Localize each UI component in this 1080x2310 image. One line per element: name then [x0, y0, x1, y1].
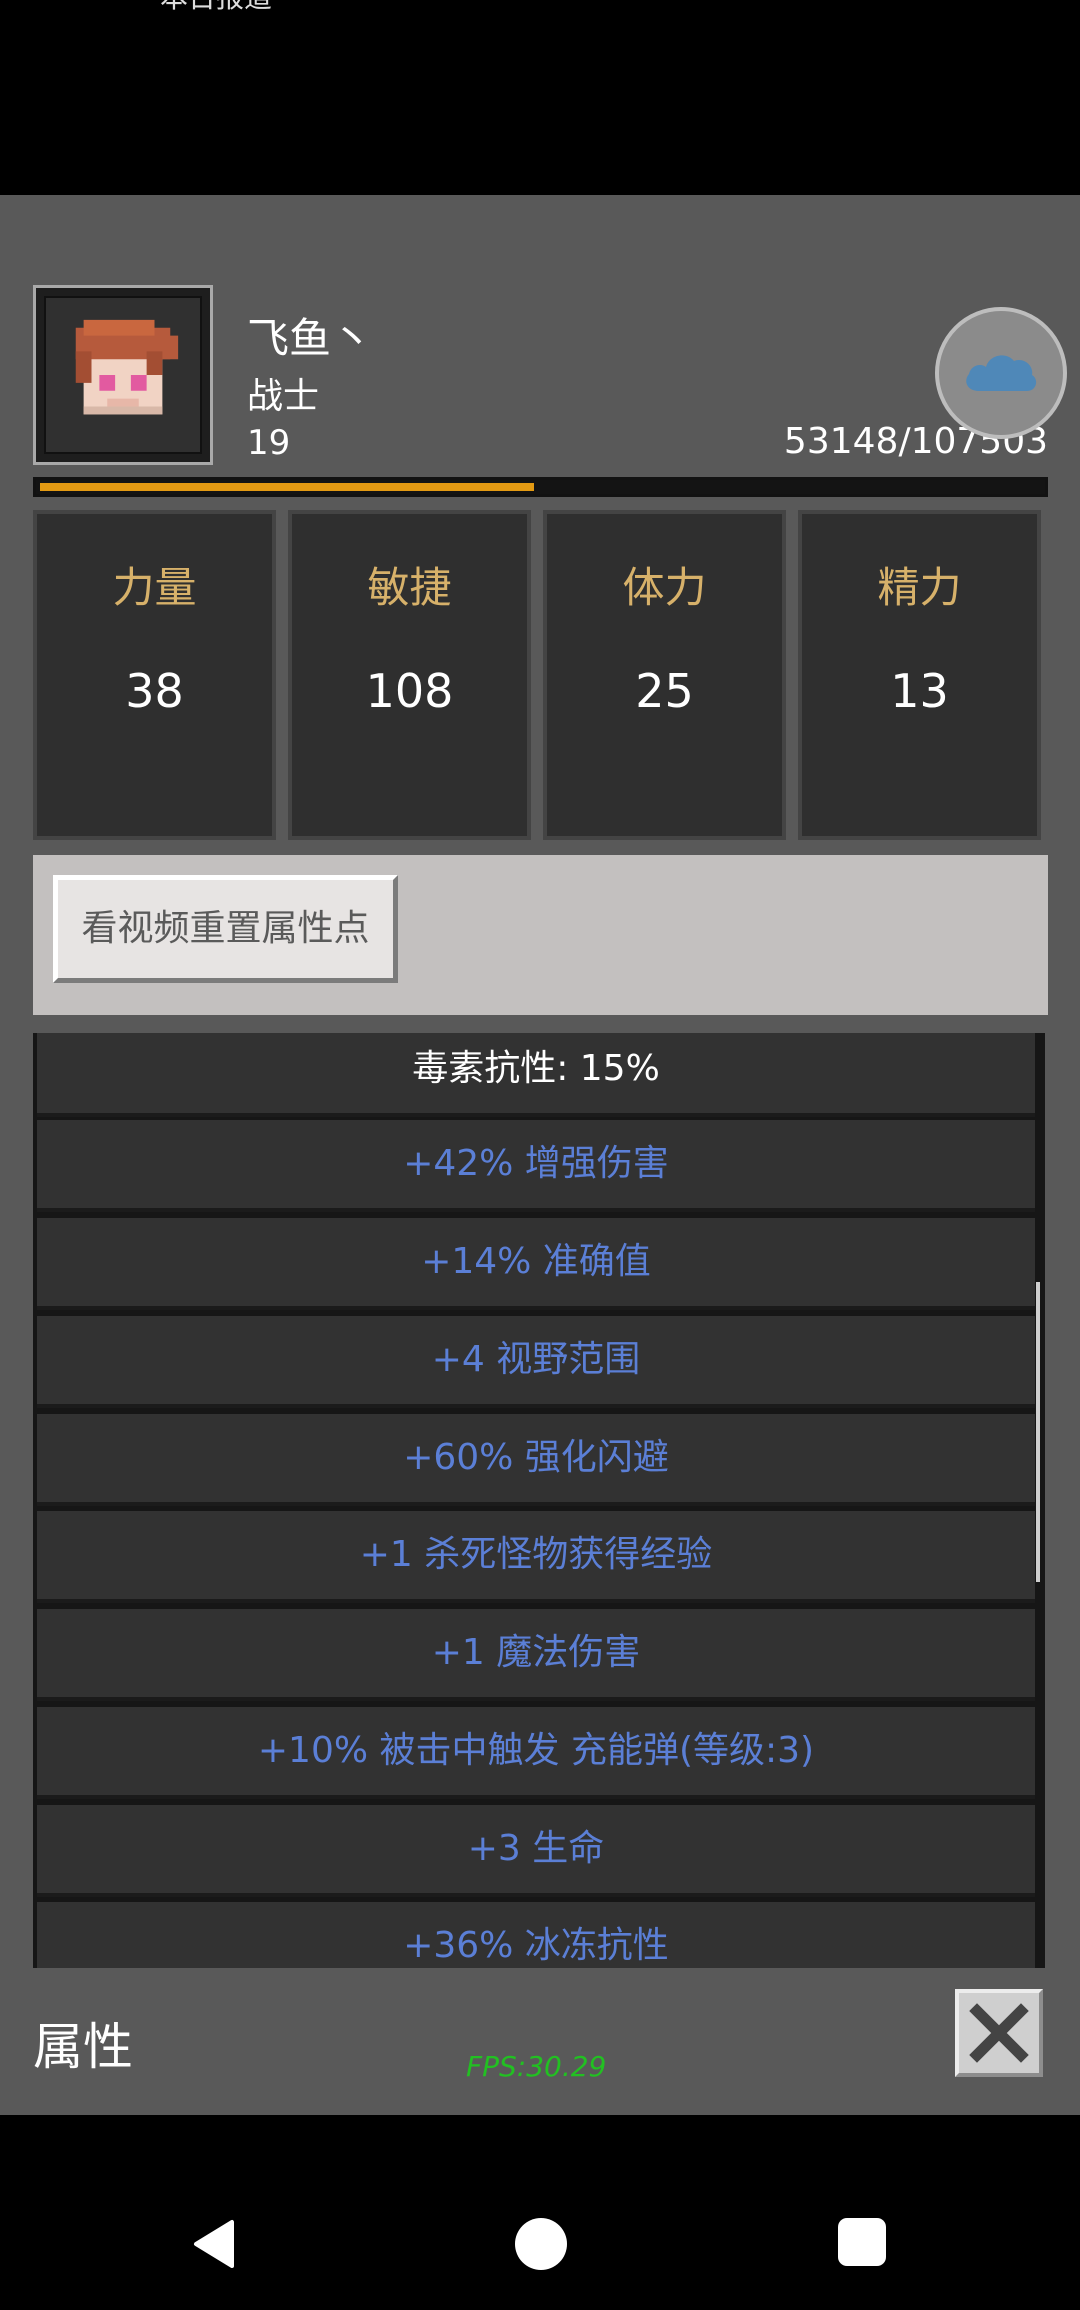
- list-item: +14% 准确值: [37, 1218, 1035, 1310]
- list-item: +3 生命: [37, 1805, 1035, 1897]
- close-button[interactable]: [955, 1989, 1043, 2077]
- navigation-bar: [0, 2115, 1080, 2310]
- scrollbar[interactable]: [1036, 1282, 1040, 1582]
- stat-label: 体力: [622, 563, 707, 612]
- attribute-list[interactable]: 毒素抗性: 15% +42% 增强伤害 +14% 准确值 +4 视野范围 +60…: [33, 1033, 1045, 1968]
- stat-label: 力量: [112, 563, 197, 612]
- character-level: 19: [247, 423, 291, 463]
- stat-stamina: 体力 25: [543, 510, 786, 840]
- character-portrait-icon: [75, 319, 179, 415]
- avatar-frame: [33, 285, 213, 465]
- recent-apps-icon[interactable]: [838, 2218, 886, 2266]
- stat-value: 25: [635, 664, 694, 718]
- stat-agility: 敏捷 108: [288, 510, 531, 840]
- list-item: +36% 冰冻抗性: [37, 1902, 1035, 1968]
- character-panel: 飞鱼丶 战士 19 53148/107503 力量 38 敏捷 108 体力 2…: [0, 195, 1080, 2115]
- stat-value: 108: [365, 664, 454, 718]
- home-icon[interactable]: [515, 2218, 567, 2270]
- panel-title: 属性: [33, 2018, 133, 2076]
- stat-energy: 精力 13: [798, 510, 1041, 840]
- character-class: 战士: [247, 376, 320, 417]
- character-name: 飞鱼丶: [247, 314, 374, 363]
- status-bar: 本日报道: [0, 0, 1080, 195]
- fps-counter: FPS:30.29: [466, 2050, 607, 2083]
- cloud-save-button[interactable]: [935, 307, 1067, 439]
- reset-panel: 看视频重置属性点: [33, 855, 1048, 1015]
- list-item: +1 魔法伤害: [37, 1609, 1035, 1701]
- close-icon: [969, 2003, 1029, 2063]
- stat-label: 敏捷: [367, 563, 452, 612]
- avatar: [44, 296, 202, 454]
- stat-value: 38: [125, 664, 184, 718]
- experience-bar-fill: [40, 483, 534, 491]
- stat-value: 13: [890, 664, 949, 718]
- cloud-icon: [966, 355, 1037, 391]
- list-item: +10% 被击中触发 充能弹(等级:3): [37, 1707, 1035, 1799]
- list-item: +60% 强化闪避: [37, 1414, 1035, 1506]
- status-text: 本日报道: [160, 0, 272, 16]
- back-icon[interactable]: [190, 2218, 238, 2270]
- list-item: +1 杀死怪物获得经验: [37, 1511, 1035, 1603]
- list-item: +42% 增强伤害: [37, 1120, 1035, 1212]
- list-item: +4 视野范围: [37, 1316, 1035, 1408]
- stats-row: 力量 38 敏捷 108 体力 25 精力 13: [33, 510, 1048, 840]
- stat-label: 精力: [877, 563, 962, 612]
- stat-strength: 力量 38: [33, 510, 276, 840]
- reset-attributes-button[interactable]: 看视频重置属性点: [53, 875, 398, 983]
- list-item: 毒素抗性: 15%: [37, 1033, 1035, 1117]
- experience-bar: [33, 477, 1048, 497]
